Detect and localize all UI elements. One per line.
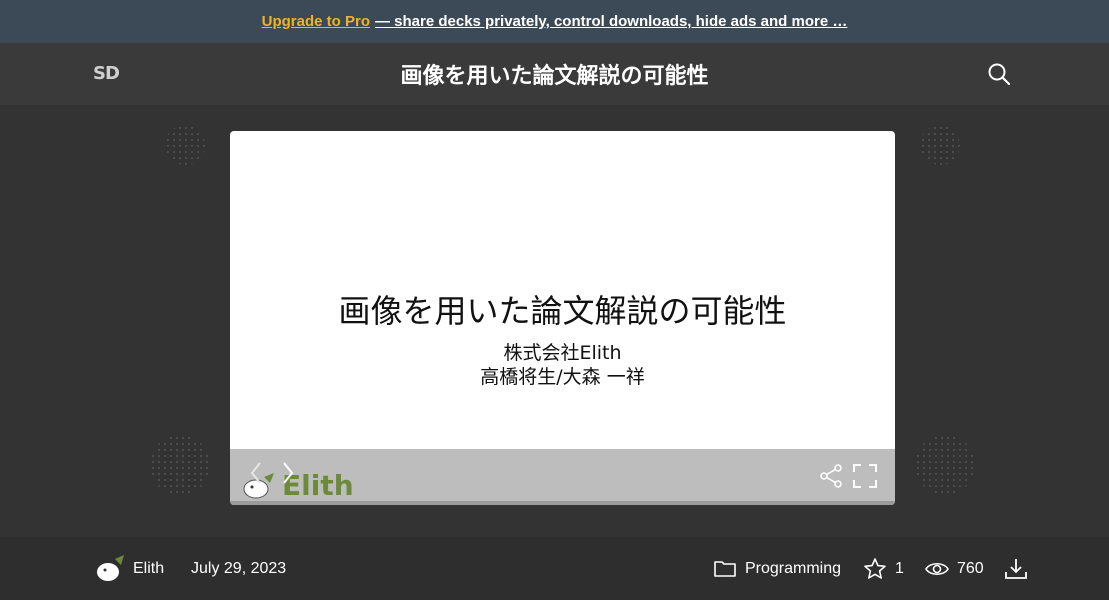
chevron-right-icon[interactable] [278,459,298,487]
deck-footer: Elith July 29, 2023 Programming 1 760 [0,537,1109,600]
speakerdeck-logo[interactable]: SD [93,63,127,85]
star-icon [864,557,886,579]
slide-controls: Elith [230,449,895,505]
category-link[interactable]: Programming [713,537,841,600]
search-icon[interactable] [986,61,1012,87]
folder-icon [714,560,736,577]
download-icon [1005,558,1027,579]
slide-title: 画像を用いた論文解説の可能性 [338,292,787,330]
view-count-text: 760 [957,559,984,577]
decorative-dots [150,435,210,495]
decorative-dots [920,125,960,165]
publish-date: July 29, 2023 [191,537,286,600]
author-name: Elith [133,559,165,577]
chevron-left-icon[interactable] [246,459,266,487]
date-text: July 29, 2023 [191,559,287,577]
page-title: 画像を用いた論文解説の可能性 [400,64,709,89]
star-count: 1 [895,559,904,577]
download-button[interactable] [1004,537,1036,600]
slide-viewer[interactable]: 画像を用いた論文解説の可能性 株式会社Elith 高橋将生/大森 一祥 Elit… [230,131,895,505]
slide-authors: 高橋将生/大森 一祥 [480,366,645,388]
fullscreen-icon[interactable] [852,463,878,489]
decorative-dots [165,125,205,165]
promo-description-link[interactable]: — share decks privately, control downloa… [375,13,847,30]
share-icon[interactable] [818,463,844,489]
star-button[interactable]: 1 [863,537,904,600]
slide-progress-bar [230,501,895,505]
eye-icon [925,562,949,575]
slide-company: 株式会社Elith [503,342,622,364]
author-link[interactable]: Elith [93,537,164,600]
decorative-dots [915,435,975,495]
promo-banner: Upgrade to Pro — share decks privately, … [0,0,1109,43]
category-text: Programming [745,559,842,577]
upgrade-to-pro-link[interactable]: Upgrade to Pro [262,13,370,30]
slide-subtitle: 株式会社Elith 高橋将生/大森 一祥 [230,341,895,389]
header: SD 画像を用いた論文解説の可能性 [0,43,1109,105]
avatar [97,554,124,581]
view-count: 760 [925,537,984,600]
